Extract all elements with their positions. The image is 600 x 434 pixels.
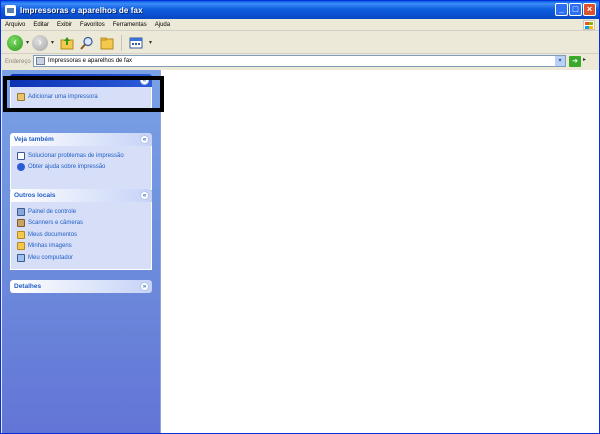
task-label: Minhas imagens: [28, 243, 72, 250]
printers-list-area[interactable]: [160, 70, 599, 433]
details-header[interactable]: Detalhes »: [10, 280, 152, 293]
menu-ferramentas[interactable]: Ferramentas: [109, 22, 151, 28]
scanner-icon: [17, 219, 25, 228]
window-title: Impressoras e aparelhos de fax: [20, 5, 143, 15]
expand-icon[interactable]: »: [140, 282, 149, 291]
printers-folder-icon: [5, 4, 16, 16]
windows-logo-icon: [583, 20, 595, 30]
task-pane: « Adicionar uma impressora Veja também «…: [2, 70, 160, 433]
pictures-folder-icon: [17, 242, 25, 251]
explorer-window: Impressoras e aparelhos de fax _ □ × Arq…: [0, 0, 600, 434]
see-also-body: Solucionar problemas de impressão Obter …: [10, 146, 152, 190]
menu-arquivo[interactable]: Arquivo: [1, 22, 29, 28]
address-label: Endereço: [5, 58, 31, 65]
maximize-button[interactable]: □: [569, 3, 582, 16]
other-places-group: Outros locais « Painel de controle Scann…: [10, 189, 152, 270]
task-label: Meus documentos: [28, 231, 78, 238]
place-control-panel[interactable]: Painel de controle: [17, 206, 145, 218]
documents-folder-icon: [17, 230, 25, 239]
forward-icon[interactable]: ›: [32, 34, 49, 51]
details-group: Detalhes »: [10, 280, 152, 293]
place-my-documents[interactable]: Meus documentos: [17, 229, 145, 241]
views-icon[interactable]: [128, 35, 144, 51]
title-bar[interactable]: Impressoras e aparelhos de fax _ □ ×: [1, 1, 599, 19]
task-troubleshoot-printing[interactable]: Solucionar problemas de impressão: [17, 150, 145, 162]
task-label: Solucionar problemas de impressão: [28, 152, 124, 159]
task-label: Painel de controle: [28, 208, 77, 215]
menu-bar: Arquivo Editar Exibir Favoritos Ferramen…: [1, 19, 599, 31]
see-also-title: Veja também: [14, 136, 54, 143]
menu-favoritos[interactable]: Favoritos: [76, 22, 109, 28]
forward-dropdown-icon[interactable]: ▾: [51, 39, 54, 46]
other-places-header[interactable]: Outros locais «: [10, 189, 152, 202]
control-panel-icon: [17, 207, 25, 216]
menu-exibir[interactable]: Exibir: [53, 22, 76, 28]
views-dropdown-icon[interactable]: ▾: [149, 39, 152, 46]
computer-icon: [17, 253, 25, 262]
collapse-icon[interactable]: «: [140, 191, 149, 200]
go-button[interactable]: ➜: [569, 56, 581, 67]
search-icon[interactable]: [79, 35, 95, 51]
address-value: Impressoras e aparelhos de fax: [48, 58, 133, 64]
back-dropdown-icon[interactable]: ▾: [26, 39, 29, 46]
task-label: Obter ajuda sobre impressão: [28, 164, 106, 171]
window-controls: _ □ ×: [555, 3, 596, 16]
menu-editar[interactable]: Editar: [29, 22, 53, 28]
see-also-header[interactable]: Veja também «: [10, 133, 152, 146]
place-scanners-cameras[interactable]: Scanners e câmeras: [17, 218, 145, 230]
details-title: Detalhes: [14, 283, 42, 290]
address-dropdown-icon[interactable]: ▾: [555, 56, 565, 66]
redaction-box: [3, 76, 164, 112]
help-circle-icon: [17, 163, 25, 172]
toolbar-separator: [121, 34, 123, 51]
menu-ajuda[interactable]: Ajuda: [151, 22, 174, 28]
see-also-group: Veja também « Solucionar problemas de im…: [10, 133, 152, 190]
minimize-button[interactable]: _: [555, 3, 568, 16]
folders-icon[interactable]: [99, 35, 115, 51]
address-bar: Endereço Impressoras e aparelhos de fax …: [1, 54, 599, 69]
address-field[interactable]: Impressoras e aparelhos de fax ▾: [33, 55, 566, 67]
task-label: Scanners e câmeras: [28, 220, 84, 227]
task-printing-help[interactable]: Obter ajuda sobre impressão: [17, 162, 145, 174]
other-places-body: Painel de controle Scanners e câmeras Me…: [10, 202, 152, 270]
task-label: Meu computador: [28, 254, 74, 261]
place-my-pictures[interactable]: Minhas imagens: [17, 241, 145, 253]
printers-folder-icon: [36, 57, 45, 65]
up-folder-icon[interactable]: [59, 35, 75, 51]
place-my-computer[interactable]: Meu computador: [17, 252, 145, 264]
close-button[interactable]: ×: [583, 3, 596, 16]
other-places-title: Outros locais: [14, 192, 56, 199]
back-icon[interactable]: ‹: [7, 34, 23, 51]
go-dropdown-icon[interactable]: ▸: [583, 56, 586, 63]
collapse-icon[interactable]: «: [140, 135, 149, 144]
help-icon: [17, 151, 25, 160]
standard-toolbar: ‹ ▾ › ▾ ▾: [1, 32, 599, 54]
